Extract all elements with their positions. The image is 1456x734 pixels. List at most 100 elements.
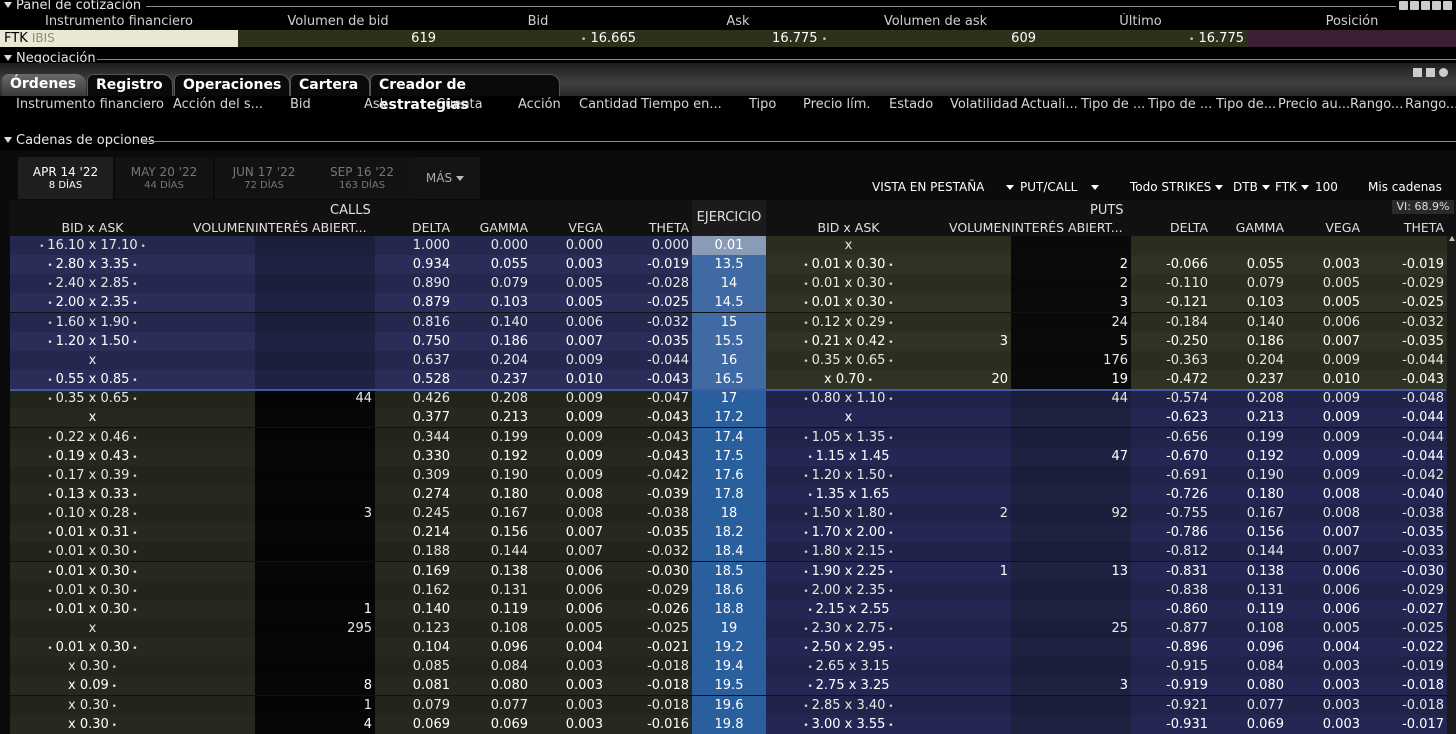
- call-ba-cell[interactable]: • 0.01 x 0.31 •: [10, 523, 175, 542]
- tab-3[interactable]: Cartera: [290, 74, 370, 96]
- orders-column-header[interactable]: Ask: [364, 96, 387, 113]
- orders-column-header[interactable]: Tipo de ...: [1081, 96, 1145, 113]
- chain-row[interactable]: • 1.20 x 1.50 • 0.750 0.186 0.007 -0.035 • 0.…: [0, 332, 1456, 351]
- chain-row[interactable]: • 0.01 x 0.30 • 0.188 0.144 0.007 -0.032 • 1.…: [0, 542, 1456, 561]
- tab-0[interactable]: Órdenes: [2, 74, 86, 96]
- strikes-dropdown[interactable]: Todo STRIKES: [1130, 178, 1224, 196]
- call-ba-cell[interactable]: x 0.30 •: [10, 657, 175, 676]
- strike-cell[interactable]: 19: [692, 619, 766, 638]
- call-ba-cell[interactable]: x 0.30 •: [10, 696, 175, 715]
- chain-row[interactable]: x 295 0.123 0.108 0.005 -0.025 • 2.30 x 2.75 •…: [0, 619, 1456, 638]
- put-column-header[interactable]: VOLUMEN: [931, 220, 1011, 235]
- put-ba-cell[interactable]: • 3.00 x 3.55 •: [766, 715, 931, 734]
- edit-icon[interactable]: [1413, 68, 1422, 77]
- strike-cell[interactable]: 17.4: [692, 428, 766, 447]
- chain-row[interactable]: x 0.377 0.213 0.009 -0.043 x -0.623 0.213 0.009 -…: [0, 408, 1456, 427]
- call-ba-cell[interactable]: • 0.19 x 0.43 •: [10, 447, 175, 466]
- quote-column-header[interactable]: Posición: [1248, 13, 1456, 30]
- expiry-tab[interactable]: SEP 16 '22 163 DÍAS: [313, 157, 411, 199]
- strike-cell[interactable]: 19.5: [692, 676, 766, 695]
- chain-row[interactable]: • 0.13 x 0.33 • 0.274 0.180 0.008 -0.039 • 1.…: [0, 485, 1456, 504]
- collapse-triangle-icon[interactable]: [4, 1, 12, 8]
- put-column-header[interactable]: BID x ASK: [766, 220, 931, 235]
- call-ba-cell[interactable]: • 0.01 x 0.30 •: [10, 581, 175, 600]
- orders-column-header[interactable]: Precio au...: [1278, 96, 1350, 113]
- quote-bid[interactable]: • 16.665: [438, 30, 638, 47]
- orders-column-header[interactable]: Tipo: [749, 96, 776, 113]
- strike-cell[interactable]: 18.2: [692, 523, 766, 542]
- tools-icon[interactable]: [1426, 68, 1435, 77]
- put-ba-cell[interactable]: • 0.21 x 0.42 •: [766, 332, 931, 351]
- orders-column-header[interactable]: Acción del s...: [173, 96, 263, 113]
- call-column-header[interactable]: THETA: [606, 220, 692, 235]
- strike-cell[interactable]: 19.2: [692, 638, 766, 657]
- call-ba-cell[interactable]: • 0.55 x 0.85 •: [10, 370, 175, 389]
- call-ba-cell[interactable]: • 0.01 x 0.30 •: [10, 600, 175, 619]
- quote-instrument[interactable]: FTK IBIS: [0, 30, 238, 47]
- chain-row[interactable]: x 0.30 • 0.085 0.084 0.003 -0.018 • 2.65 x 3.…: [0, 657, 1456, 676]
- call-column-header[interactable]: INTERÉS ABIERT...: [255, 220, 375, 235]
- orders-column-header[interactable]: Volatilidad: [950, 96, 1018, 113]
- put-ba-cell[interactable]: • 1.80 x 2.15 •: [766, 542, 931, 561]
- strike-cell[interactable]: 15.5: [692, 332, 766, 351]
- strike-cell[interactable]: 19.8: [692, 715, 766, 734]
- tab-2[interactable]: Operaciones: [174, 74, 290, 96]
- chain-row[interactable]: x 0.30 • 4 0.069 0.069 0.003 -0.016 • 3.00 x 3…: [0, 715, 1456, 734]
- strike-cell[interactable]: 16: [692, 351, 766, 370]
- call-ba-cell[interactable]: • 0.35 x 0.65 •: [10, 389, 175, 408]
- quote-column-header[interactable]: Último: [1038, 13, 1243, 30]
- put-ba-cell[interactable]: • 1.20 x 1.50 •: [766, 466, 931, 485]
- put-ba-cell[interactable]: • 0.35 x 0.65 •: [766, 351, 931, 370]
- chain-row[interactable]: • 0.55 x 0.85 • 0.528 0.237 0.010 -0.043 x 0.…: [0, 370, 1456, 389]
- chain-row[interactable]: x 0.09 • 8 0.081 0.080 0.003 -0.018 • 2.75 x 3…: [0, 676, 1456, 695]
- chain-row[interactable]: x 0.637 0.204 0.009 -0.044 • 0.35 x 0.65 • 176…: [0, 351, 1456, 370]
- orders-column-header[interactable]: Rango...: [1405, 96, 1456, 113]
- strike-cell[interactable]: 17.6: [692, 466, 766, 485]
- orders-column-header[interactable]: Tipo de ...: [1148, 96, 1212, 113]
- call-ba-cell[interactable]: • 2.80 x 3.35 •: [10, 255, 175, 274]
- call-column-header[interactable]: DELTA: [375, 220, 453, 235]
- call-ba-cell[interactable]: • 2.00 x 2.35 •: [10, 293, 175, 312]
- call-ba-cell[interactable]: x: [10, 408, 175, 427]
- more-expiries-button[interactable]: MÁS: [410, 157, 480, 199]
- multiplier-field[interactable]: 100: [1315, 178, 1338, 196]
- chain-row[interactable]: • 2.00 x 2.35 • 0.879 0.103 0.005 -0.025 • 0.…: [0, 293, 1456, 312]
- view-mode-dropdown[interactable]: VISTA EN PESTAÑA: [872, 178, 984, 196]
- strike-cell[interactable]: 18.8: [692, 600, 766, 619]
- orders-column-header[interactable]: Estado: [889, 96, 933, 113]
- strike-cell[interactable]: 14: [692, 274, 766, 293]
- chain-row[interactable]: • 0.10 x 0.28 • 3 0.245 0.167 0.008 -0.038 • 1…: [0, 504, 1456, 523]
- search-icon[interactable]: [1432, 1, 1441, 10]
- strike-cell[interactable]: 17.2: [692, 408, 766, 427]
- put-ba-cell[interactable]: • 0.01 x 0.30 •: [766, 255, 931, 274]
- my-chains-button[interactable]: Mis cadenas: [1368, 178, 1442, 196]
- strike-cell[interactable]: 19.4: [692, 657, 766, 676]
- orders-column-header[interactable]: Cuenta: [436, 96, 483, 113]
- strike-cell[interactable]: 0.01: [692, 236, 766, 255]
- chain-row[interactable]: • 0.01 x 0.30 • 0.104 0.096 0.004 -0.021 • 2.…: [0, 638, 1456, 657]
- orders-column-header[interactable]: Tipo de...: [1216, 96, 1276, 113]
- quote-panel-header[interactable]: Panel de cotización: [0, 0, 141, 14]
- chain-row[interactable]: • 0.01 x 0.30 • 0.162 0.131 0.006 -0.029 • 2.…: [0, 581, 1456, 600]
- chain-row[interactable]: • 0.22 x 0.46 • 0.344 0.199 0.009 -0.043 • 1.…: [0, 428, 1456, 447]
- chain-row[interactable]: • 0.01 x 0.30 • 1 0.140 0.119 0.006 -0.026 • 2…: [0, 600, 1456, 619]
- quote-ask[interactable]: 16.775 •: [638, 30, 833, 47]
- scroll-up-icon[interactable]: [1449, 236, 1455, 241]
- strike-cell[interactable]: 14.5: [692, 293, 766, 312]
- putcall-dropdown[interactable]: PUT/CALL: [1006, 178, 1100, 196]
- collapse-triangle-icon[interactable]: [4, 54, 12, 61]
- chain-row[interactable]: • 0.01 x 0.30 • 0.169 0.138 0.006 -0.030 • 1.…: [0, 562, 1456, 581]
- chain-row[interactable]: • 1.60 x 1.90 • 0.816 0.140 0.006 -0.032 • 0.…: [0, 313, 1456, 332]
- call-ba-cell[interactable]: • 0.01 x 0.30 •: [10, 638, 175, 657]
- expiry-tab[interactable]: JUN 17 '22 72 DÍAS: [215, 157, 313, 199]
- orders-column-header[interactable]: Acción: [518, 96, 561, 113]
- put-ba-cell[interactable]: • 2.30 x 2.75 •: [766, 619, 931, 638]
- quote-column-header[interactable]: Volumen de ask: [833, 13, 1038, 30]
- call-ba-cell[interactable]: • 16.10 x 17.10 •: [10, 236, 175, 255]
- call-ba-cell[interactable]: • 0.22 x 0.46 •: [10, 428, 175, 447]
- put-ba-cell[interactable]: • 0.12 x 0.29 •: [766, 313, 931, 332]
- settings-icon[interactable]: [1443, 1, 1452, 10]
- quote-column-header[interactable]: Ask: [638, 13, 838, 30]
- put-ba-cell[interactable]: • 2.15 x 2.55: [766, 600, 931, 619]
- orders-column-header[interactable]: Precio lím.: [803, 96, 871, 113]
